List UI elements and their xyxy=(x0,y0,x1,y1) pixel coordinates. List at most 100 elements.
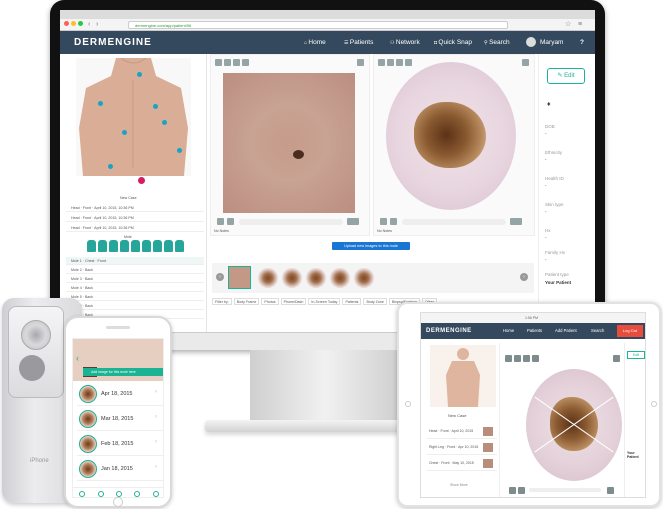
body-part-icon[interactable] xyxy=(174,240,184,252)
thumbnail[interactable] xyxy=(354,268,374,288)
rotate-icon[interactable] xyxy=(215,59,222,66)
back-icon[interactable]: ‹ xyxy=(88,20,90,29)
flip-icon[interactable] xyxy=(224,59,231,66)
mole-list-item[interactable]: Mole 1 · Chest · Front xyxy=(66,257,204,265)
camera-icon[interactable] xyxy=(97,490,104,497)
mole-marker[interactable] xyxy=(122,130,127,135)
search-icon[interactable] xyxy=(79,490,86,497)
thumbnail[interactable] xyxy=(258,268,278,288)
flip-icon[interactable] xyxy=(514,355,521,362)
compare-icon[interactable] xyxy=(396,59,403,66)
edit-button[interactable]: Edit xyxy=(627,351,645,359)
filter-chip[interactable]: In-Screen Today xyxy=(308,298,341,305)
body-part-icon[interactable] xyxy=(141,240,151,252)
list-item[interactable]: Jan 18, 2015 › xyxy=(77,458,163,481)
thumbnail[interactable] xyxy=(282,268,302,288)
next-icon[interactable]: › xyxy=(520,273,528,281)
mole-marker[interactable] xyxy=(137,72,142,77)
filter-chip[interactable]: Photos xyxy=(261,298,279,305)
logout-button[interactable]: Log Out xyxy=(617,325,643,337)
info-icon[interactable] xyxy=(532,355,539,362)
fit-icon[interactable] xyxy=(510,218,522,225)
user-icon[interactable] xyxy=(115,490,122,497)
nav-network[interactable]: ⚇ Network xyxy=(390,39,420,46)
body-part-icon[interactable] xyxy=(152,240,162,252)
thumbnail-clinical[interactable] xyxy=(228,266,251,289)
fit-icon[interactable] xyxy=(607,487,614,494)
nav-quick-snap[interactable]: ◘ Quick Snap xyxy=(434,39,472,46)
filter-chip[interactable]: Body Zone xyxy=(363,298,387,305)
filter-chip[interactable]: Patients xyxy=(342,298,362,305)
info-icon[interactable] xyxy=(242,59,249,66)
case-entry[interactable]: Head · Front · April 10, 2015, 10:36 PM xyxy=(66,204,204,212)
zoom-in-icon[interactable] xyxy=(518,487,525,494)
zoom-slider[interactable] xyxy=(529,488,601,492)
help-icon[interactable]: ? xyxy=(580,39,584,46)
body-part-icon[interactable] xyxy=(97,240,107,252)
fit-icon[interactable] xyxy=(347,218,359,225)
body-part-selector[interactable] xyxy=(66,240,204,254)
nav-home[interactable]: ⌂ Home xyxy=(304,39,326,46)
selected-mole-marker[interactable] xyxy=(138,177,145,184)
body-map[interactable] xyxy=(430,345,496,407)
body-map[interactable] xyxy=(76,58,191,176)
mole-marker[interactable] xyxy=(108,164,113,169)
case-row[interactable]: Right Leg · Front · Apr 10, 2015 xyxy=(427,441,497,455)
back-icon[interactable]: ‹ xyxy=(76,353,79,363)
clinical-image[interactable] xyxy=(223,73,355,213)
dermoscopy-image[interactable] xyxy=(526,369,622,481)
avatar[interactable] xyxy=(526,37,536,47)
forward-icon[interactable]: › xyxy=(96,20,98,29)
zoom-in-icon[interactable] xyxy=(390,218,397,225)
zoom-slider[interactable] xyxy=(239,219,343,225)
user-name[interactable]: Maryam xyxy=(540,39,563,46)
settings-icon[interactable] xyxy=(134,490,141,497)
thumbnail[interactable] xyxy=(306,268,326,288)
more-icon[interactable] xyxy=(152,490,159,497)
show-more-link[interactable]: Show More xyxy=(450,483,468,487)
nav-home[interactable]: Home xyxy=(503,328,514,333)
expand-icon[interactable] xyxy=(613,355,620,362)
nav-add-patient[interactable]: Add Patient xyxy=(555,328,577,333)
mole-list-item[interactable]: Mole 4 · Back xyxy=(66,284,204,292)
address-field[interactable]: dermengine.com/app/patient/96 xyxy=(128,21,508,29)
mole-list-item[interactable]: Mole 5 · Back xyxy=(66,293,204,301)
nav-search[interactable]: ⚲ Search xyxy=(484,39,510,46)
app-logo[interactable]: DERMENGINE xyxy=(426,328,472,334)
mole-list-item[interactable]: Mole 3 · Back xyxy=(66,275,204,283)
home-button[interactable] xyxy=(113,497,123,507)
list-item[interactable]: Apr 18, 2015 › xyxy=(77,383,163,406)
mole-marker[interactable] xyxy=(153,104,158,109)
body-part-icon[interactable] xyxy=(130,240,140,252)
app-logo[interactable]: DERMENGINE xyxy=(74,37,152,48)
prev-icon[interactable]: ‹ xyxy=(216,273,224,281)
case-row[interactable]: Head · Front · April 10, 2015 xyxy=(427,425,497,439)
upload-images-button[interactable]: Upload new images to this mole xyxy=(332,242,410,250)
case-entry[interactable]: Head · Front · April 10, 2015, 10:36 PM xyxy=(66,224,204,232)
expand-icon[interactable] xyxy=(357,59,364,66)
mole-list-item[interactable]: Mole 2 · Back xyxy=(66,266,204,274)
zoom-out-icon[interactable] xyxy=(380,218,387,225)
menu-icon[interactable]: ≡ xyxy=(578,20,582,29)
case-entry[interactable]: Head · Front · April 10, 2015, 10:36 PM xyxy=(66,214,204,222)
expand-icon[interactable] xyxy=(522,59,529,66)
info-icon[interactable] xyxy=(405,59,412,66)
nav-search[interactable]: Search xyxy=(591,328,604,333)
edit-button[interactable]: ✎ Edit xyxy=(547,68,585,84)
mole-marker[interactable] xyxy=(98,101,103,106)
compare-icon[interactable] xyxy=(233,59,240,66)
list-item[interactable]: Mar 18, 2015 › xyxy=(77,408,163,431)
zoom-slider[interactable] xyxy=(402,219,506,225)
minimize-window-icon[interactable] xyxy=(71,21,76,26)
compare-icon[interactable] xyxy=(523,355,530,362)
body-part-icon[interactable] xyxy=(163,240,173,252)
case-row[interactable]: Chest · Front · May 10, 2015 xyxy=(427,457,497,471)
add-image-banner[interactable]: Add image for this mole here xyxy=(83,368,163,376)
star-icon[interactable]: ☆ xyxy=(565,20,571,29)
rotate-icon[interactable] xyxy=(378,59,385,66)
body-part-icon[interactable] xyxy=(86,240,96,252)
list-item[interactable]: Feb 18, 2015 › xyxy=(77,433,163,456)
zoom-out-icon[interactable] xyxy=(509,487,516,494)
close-window-icon[interactable] xyxy=(64,21,69,26)
home-button[interactable] xyxy=(651,401,657,407)
